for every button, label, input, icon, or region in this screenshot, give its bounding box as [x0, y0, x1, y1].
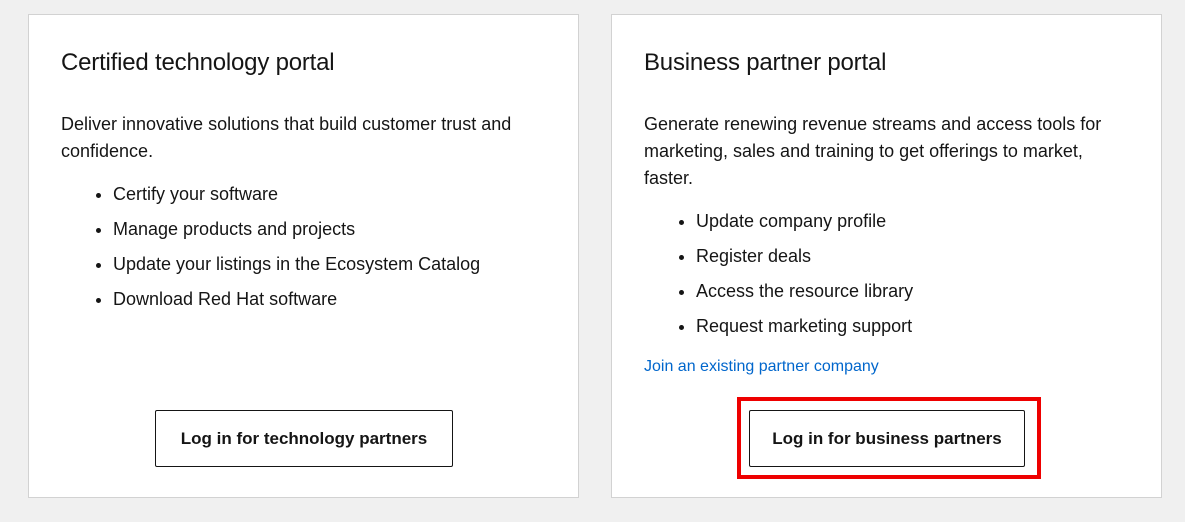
list-item: Register deals — [696, 239, 913, 274]
list-item: Update your listings in the Ecosystem Ca… — [113, 247, 480, 282]
technology-portal-card: Certified technology portal Deliver inno… — [28, 14, 579, 498]
list-item: Access the resource library — [696, 274, 913, 309]
list-item: Download Red Hat software — [113, 282, 480, 317]
card-description: Deliver innovative solutions that build … — [61, 114, 512, 161]
list-item: Manage products and projects — [113, 212, 480, 247]
list-item: Request marketing support — [696, 309, 913, 344]
business-portal-card: Business partner portal Generate renewin… — [611, 14, 1162, 498]
list-item: Update company profile — [696, 204, 913, 239]
card-title: Business partner portal — [644, 49, 887, 76]
list-item: Certify your software — [113, 177, 480, 212]
join-partner-company-link[interactable]: Join an existing partner company — [644, 356, 879, 378]
login-technology-partners-button[interactable]: Log in for technology partners — [155, 410, 453, 467]
card-description: Generate renewing revenue streams and ac… — [644, 114, 1102, 188]
card-title: Certified technology portal — [61, 49, 335, 76]
login-business-partners-button[interactable]: Log in for business partners — [749, 410, 1025, 467]
feature-list: Update company profile Register deals Ac… — [644, 204, 913, 344]
feature-list: Certify your software Manage products an… — [61, 177, 480, 317]
